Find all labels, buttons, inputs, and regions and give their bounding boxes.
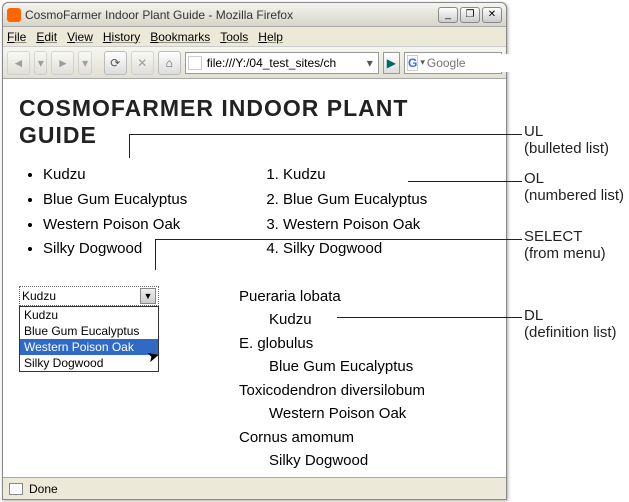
definition-desc: Blue Gum Eucalyptus [269, 356, 425, 379]
list-item: Blue Gum Eucalyptus [43, 188, 239, 213]
callout-line [155, 239, 156, 270]
list-item: Kudzu [43, 163, 239, 188]
menu-edit[interactable]: Edit [36, 30, 57, 44]
ordered-list: Kudzu Blue Gum Eucalyptus Western Poison… [259, 163, 479, 262]
menu-history[interactable]: History [103, 30, 140, 44]
select-options: Kudzu Blue Gum Eucalyptus Western Poison… [19, 306, 159, 372]
definition-desc: Kudzu [269, 309, 425, 332]
stop-button[interactable]: ✕ [131, 51, 154, 75]
menu-file[interactable]: File [7, 30, 26, 44]
back-dropdown[interactable]: ▾ [34, 51, 47, 75]
callout-line [129, 134, 130, 158]
page-content: COSMOFARMER INDOOR PLANT GUIDE Kudzu Blu… [3, 79, 506, 477]
google-icon: G [407, 55, 418, 71]
definition-desc: Western Poison Oak [269, 403, 425, 426]
titlebar: CosmoFarmer Indoor Plant Guide - Mozilla… [3, 3, 506, 27]
chevron-down-icon[interactable]: ▼ [140, 288, 156, 304]
toolbar: ◄ ▾ ► ▾ ⟳ ✕ ⌂ ▾ ▶ G ▾ [3, 47, 506, 79]
url-dropdown[interactable]: ▾ [364, 56, 376, 70]
menu-help[interactable]: Help [258, 30, 283, 44]
callout-line [129, 134, 522, 135]
callout-line [155, 239, 522, 240]
back-button[interactable]: ◄ [7, 51, 30, 75]
list-item: Kudzu [283, 163, 479, 188]
definition-term: Pueraria lobata [239, 286, 425, 309]
select-option[interactable]: Kudzu [20, 307, 158, 323]
close-button[interactable]: ✕ [482, 7, 502, 23]
list-item: Western Poison Oak [43, 213, 239, 238]
unordered-list: Kudzu Blue Gum Eucalyptus Western Poison… [19, 163, 239, 262]
definition-term: Cornus amomum [239, 427, 425, 450]
select-value: Kudzu [22, 289, 56, 303]
go-button[interactable]: ▶ [383, 52, 400, 74]
status-icon [9, 483, 23, 495]
page-icon [188, 56, 202, 70]
annotation-ul: UL(bulleted list) [524, 123, 609, 158]
callout-line [337, 317, 522, 318]
forward-button[interactable]: ► [51, 51, 74, 75]
forward-dropdown[interactable]: ▾ [78, 51, 91, 75]
definition-term: Toxicodendron diversilobum [239, 380, 425, 403]
minimize-button[interactable]: _ [438, 7, 458, 23]
url-input[interactable] [205, 54, 364, 72]
annotation-ol: OL(numbered list) [524, 170, 624, 205]
url-bar[interactable]: ▾ [185, 52, 379, 74]
menu-bookmarks[interactable]: Bookmarks [150, 30, 210, 44]
browser-window: CosmoFarmer Indoor Plant Guide - Mozilla… [2, 2, 507, 500]
list-item: Blue Gum Eucalyptus [283, 188, 479, 213]
annotation-dl: DL(definition list) [524, 307, 617, 342]
page-title: COSMOFARMER INDOOR PLANT GUIDE [19, 95, 490, 149]
annotation-select: SELECT(from menu) [524, 228, 606, 263]
definition-desc: Silky Dogwood [269, 450, 425, 473]
menu-tools[interactable]: Tools [220, 30, 248, 44]
maximize-button[interactable]: ❐ [460, 7, 480, 23]
select-menu[interactable]: Kudzu ▼ Kudzu Blue Gum Eucalyptus Wester… [19, 286, 159, 474]
search-input[interactable] [425, 54, 584, 72]
reload-button[interactable]: ⟳ [104, 51, 127, 75]
list-item: Silky Dogwood [283, 237, 479, 262]
search-bar[interactable]: G ▾ [404, 52, 502, 74]
select-option[interactable]: Western Poison Oak [20, 339, 158, 355]
list-item: Silky Dogwood [43, 237, 239, 262]
callout-line [408, 181, 522, 182]
menu-view[interactable]: View [67, 30, 93, 44]
select-option[interactable]: Blue Gum Eucalyptus [20, 323, 158, 339]
select-option[interactable]: Silky Dogwood [20, 355, 158, 371]
list-item: Western Poison Oak [283, 213, 479, 238]
firefox-icon [7, 8, 21, 22]
menubar: File Edit View History Bookmarks Tools H… [3, 27, 506, 47]
status-text: Done [29, 482, 58, 496]
definition-list: Pueraria lobata Kudzu E. globulus Blue G… [239, 286, 425, 472]
home-button[interactable]: ⌂ [158, 51, 181, 75]
definition-term: E. globulus [239, 333, 425, 356]
window-title: CosmoFarmer Indoor Plant Guide - Mozilla… [25, 8, 438, 22]
statusbar: Done [3, 477, 506, 499]
